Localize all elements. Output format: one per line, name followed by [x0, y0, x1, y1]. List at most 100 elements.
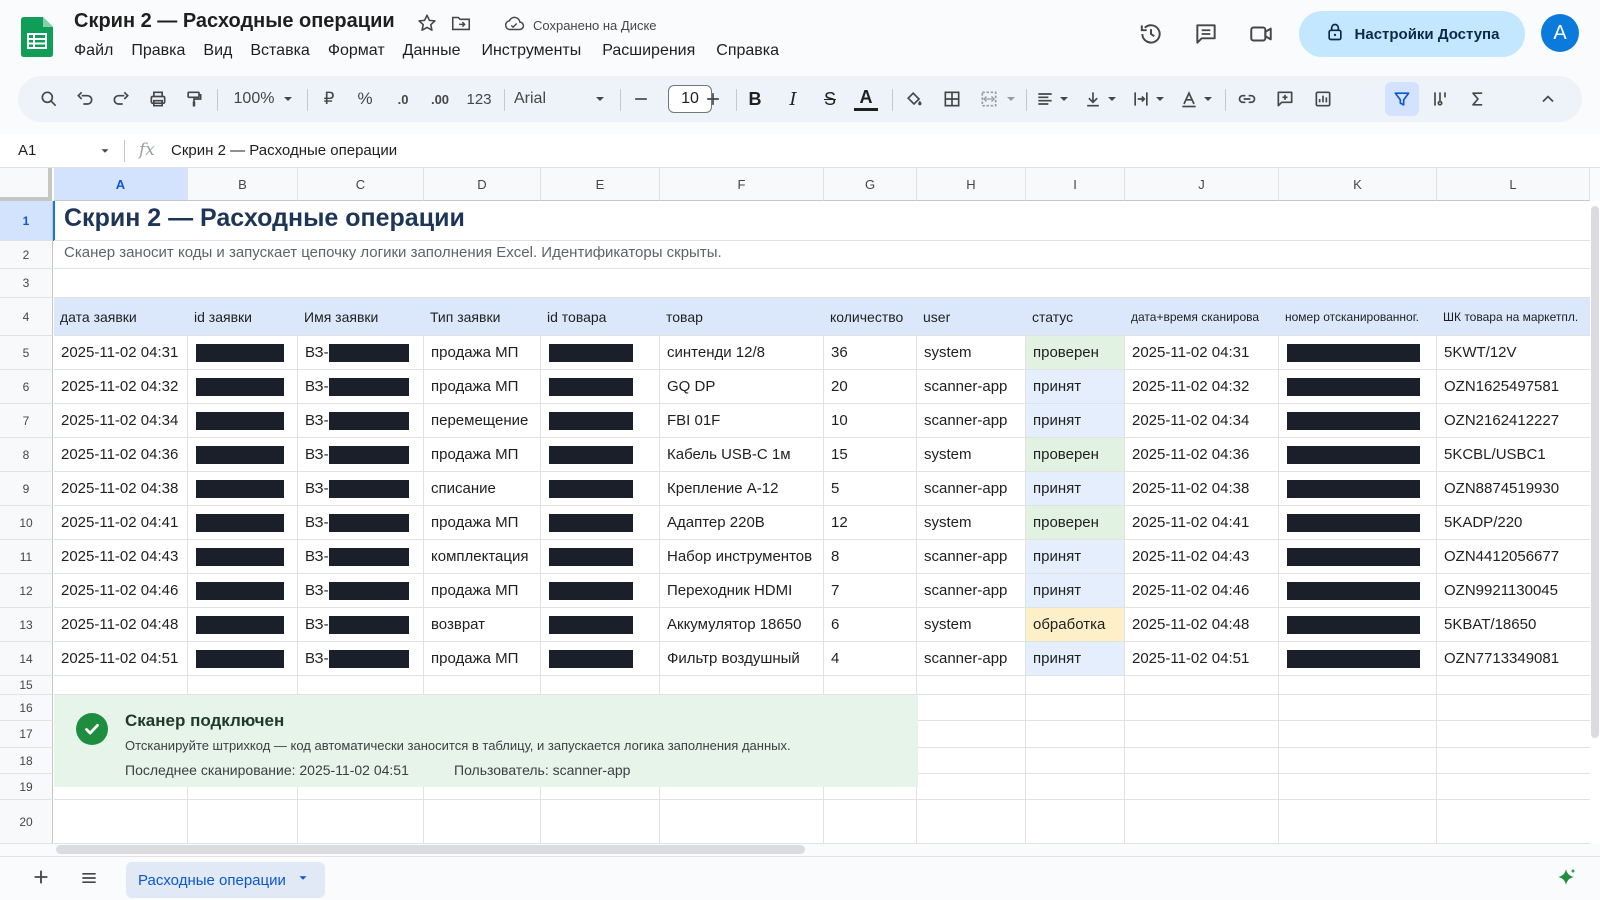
cell-scan-number-redacted[interactable] [1279, 608, 1436, 641]
row-header-6[interactable]: 6 [0, 370, 53, 404]
table-header-cell[interactable]: id заявки [188, 298, 298, 336]
rotation-chevron-down-icon[interactable] [1200, 76, 1216, 122]
cell-marketplace-barcode[interactable]: OZN4412056677 [1437, 540, 1589, 573]
table-header-cell[interactable]: номер отсканированног. [1279, 298, 1437, 336]
cell-status[interactable]: принят [1026, 642, 1124, 675]
table-header-cell[interactable]: user [917, 298, 1026, 336]
document-title[interactable]: Скрин 2 — Расходные операции [74, 10, 395, 33]
cell-product-id-redacted[interactable] [541, 472, 659, 505]
cell-quantity[interactable]: 5 [824, 472, 916, 505]
sheet-subtitle-cell[interactable]: Сканер заносит коды и запускает цепочку … [64, 244, 722, 261]
menu-help[interactable]: Справка [707, 42, 788, 60]
cell-scan-time[interactable]: 2025-11-02 04:36 [1125, 438, 1278, 471]
cell-quantity[interactable]: 7 [824, 574, 916, 607]
sheet-tab-chevron-down-icon[interactable] [296, 871, 310, 889]
cell-request-id-redacted[interactable] [188, 608, 297, 641]
table-header-cell[interactable]: Тип заявки [424, 298, 541, 336]
cell-user[interactable]: scanner-app [917, 574, 1025, 607]
sheet-title-cell[interactable]: Скрин 2 — Расходные операции [64, 204, 465, 233]
star-icon[interactable] [416, 12, 438, 39]
row-header-5[interactable]: 5 [0, 336, 53, 370]
cell-request-type[interactable]: перемещение [424, 404, 540, 437]
column-header-l[interactable]: L [1437, 168, 1590, 201]
cell-product[interactable]: синтенди 12/8 [660, 336, 823, 369]
cell-scan-time[interactable]: 2025-11-02 04:34 [1125, 404, 1278, 437]
cell-scan-time[interactable]: 2025-11-02 04:32 [1125, 370, 1278, 403]
cell-quantity[interactable]: 6 [824, 608, 916, 641]
move-to-folder-icon[interactable] [450, 12, 472, 39]
cell-product-id-redacted[interactable] [541, 506, 659, 539]
cell-quantity[interactable]: 20 [824, 370, 916, 403]
font-family-select[interactable]: Arial [514, 76, 574, 122]
cell-product[interactable]: GQ DP [660, 370, 823, 403]
search-menus-icon[interactable] [34, 76, 64, 122]
cell-product[interactable]: Переходник HDMI [660, 574, 823, 607]
menu-extensions[interactable]: Расширения [593, 42, 707, 60]
italic-button[interactable]: I [778, 76, 808, 122]
cell-status[interactable]: проверен [1026, 336, 1124, 369]
formula-input[interactable]: Скрин 2 — Расходные операции [171, 142, 397, 159]
merge-chevron-down-icon[interactable] [1003, 76, 1019, 122]
row-header-20[interactable]: 20 [0, 800, 53, 844]
cell-request-name[interactable]: ВЗ- [298, 540, 423, 573]
cell-marketplace-barcode[interactable]: OZN9921130045 [1437, 574, 1589, 607]
fill-color-icon[interactable] [899, 76, 929, 122]
cell-request-id-redacted[interactable] [188, 642, 297, 675]
name-box-chevron-down-icon[interactable] [98, 144, 112, 163]
cell-product[interactable]: FBI 01F [660, 404, 823, 437]
cell-quantity[interactable]: 12 [824, 506, 916, 539]
cell-marketplace-barcode[interactable]: 5KWT/12V [1437, 336, 1589, 369]
cell-request-date[interactable]: 2025-11-02 04:51 [54, 642, 187, 675]
cell-request-date[interactable]: 2025-11-02 04:32 [54, 370, 187, 403]
borders-icon[interactable] [937, 76, 967, 122]
cell-product[interactable]: Аккумулятор 18650 [660, 608, 823, 641]
cell-request-date[interactable]: 2025-11-02 04:34 [54, 404, 187, 437]
cell-scan-number-redacted[interactable] [1279, 370, 1436, 403]
row-header-16[interactable]: 16 [0, 695, 53, 721]
paint-format-icon[interactable] [179, 76, 209, 122]
cell-scan-time[interactable]: 2025-11-02 04:48 [1125, 608, 1278, 641]
cell-scan-number-redacted[interactable] [1279, 574, 1436, 607]
cloud-saved-icon[interactable] [503, 13, 525, 38]
cell-request-name[interactable]: ВЗ- [298, 574, 423, 607]
cell-request-date[interactable]: 2025-11-02 04:38 [54, 472, 187, 505]
cell-user[interactable]: scanner-app [917, 540, 1025, 573]
cell-user[interactable]: system [917, 438, 1025, 471]
cell-request-type[interactable]: продажа МП [424, 574, 540, 607]
zoom-select[interactable]: 100% [224, 76, 284, 122]
menu-tools[interactable]: Инструменты [469, 42, 593, 60]
cell-request-id-redacted[interactable] [188, 506, 297, 539]
cell-product-id-redacted[interactable] [541, 608, 659, 641]
undo-icon[interactable] [70, 76, 100, 122]
cell-quantity[interactable]: 15 [824, 438, 916, 471]
cell-user[interactable]: scanner-app [917, 404, 1025, 437]
cell-scan-number-redacted[interactable] [1279, 336, 1436, 369]
cell-request-date[interactable]: 2025-11-02 04:41 [54, 506, 187, 539]
menu-edit[interactable]: Правка [122, 42, 194, 60]
cell-request-name[interactable]: ВЗ- [298, 642, 423, 675]
horizontal-scrollbar-thumb[interactable] [56, 845, 805, 854]
row-header-8[interactable]: 8 [0, 438, 53, 472]
font-chevron-down-icon[interactable] [592, 76, 608, 122]
cell-scan-time[interactable]: 2025-11-02 04:51 [1125, 642, 1278, 675]
row-header-4[interactable]: 4 [0, 298, 53, 336]
explore-sparkle-icon[interactable] [1554, 866, 1578, 895]
sheets-logo-icon[interactable] [21, 17, 53, 57]
column-header-f[interactable]: F [660, 168, 824, 201]
column-header-a[interactable]: A [54, 168, 188, 201]
cell-request-type[interactable]: продажа МП [424, 438, 540, 471]
filter-icon[interactable] [1387, 76, 1417, 122]
table-header-cell[interactable]: Имя заявки [298, 298, 424, 336]
menu-view[interactable]: Вид [194, 42, 241, 60]
row-header-7[interactable]: 7 [0, 404, 53, 438]
cell-marketplace-barcode[interactable]: OZN2162412227 [1437, 404, 1589, 437]
cell-marketplace-barcode[interactable]: 5KCBL/USBC1 [1437, 438, 1589, 471]
halign-chevron-down-icon[interactable] [1056, 76, 1072, 122]
valign-chevron-down-icon[interactable] [1104, 76, 1120, 122]
column-header-e[interactable]: E [541, 168, 660, 201]
cell-product-id-redacted[interactable] [541, 370, 659, 403]
cell-request-type[interactable]: списание [424, 472, 540, 505]
row-header-13[interactable]: 13 [0, 608, 53, 642]
cell-request-type[interactable]: возврат [424, 608, 540, 641]
cell-request-type[interactable]: комплектация [424, 540, 540, 573]
